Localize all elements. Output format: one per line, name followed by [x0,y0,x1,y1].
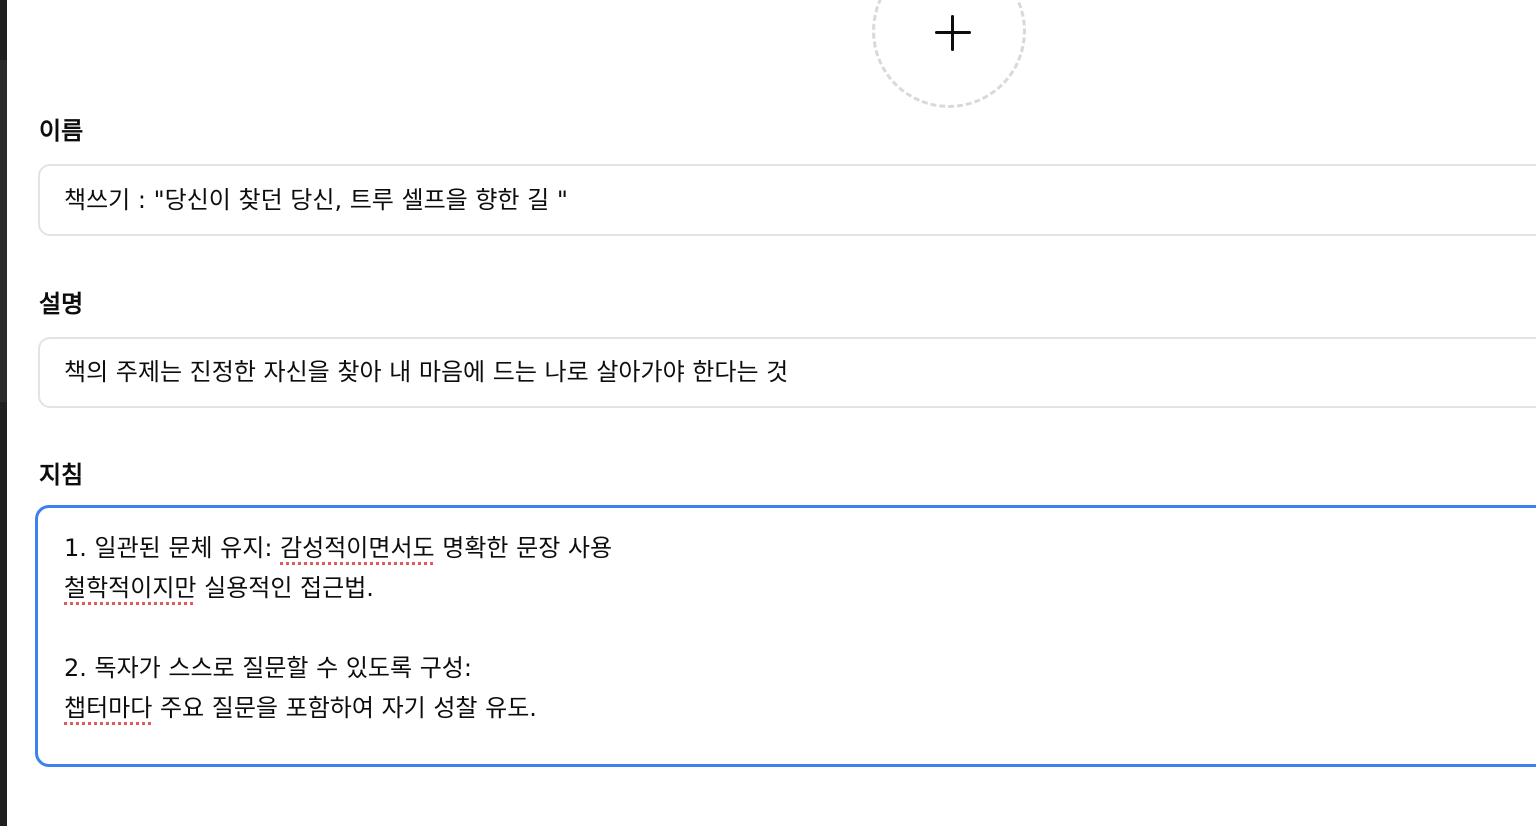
name-input-value: 책쓰기 : "당신이 찾던 당신, 트루 셀프을 향한 길 " [64,186,568,214]
instructions-line: 1. 일관된 문체 유지: 감성적이면서도 명확한 문장 사용 [64,534,613,562]
window-edge-notch [0,60,7,402]
instructions-line: 챕터마다 주요 질문을 포함하여 자기 성찰 유도. [64,694,537,722]
window-left-edge [0,0,7,826]
spellcheck-mark: 챕터마다 [64,694,153,722]
plus-icon [935,15,971,51]
description-input[interactable]: 책의 주제는 진정한 자신을 찾아 내 마음에 드는 나로 살아가야 한다는 것 [38,337,1536,408]
spellcheck-mark: 철학적이지만 [64,574,197,602]
spellcheck-mark: 감성적이면서도 [280,534,435,562]
instructions-line: 철학적이지만 실용적인 접근법. [64,574,374,602]
name-input[interactable]: 책쓰기 : "당신이 찾던 당신, 트루 셀프을 향한 길 " [38,164,1536,236]
instructions-line: 2. 독자가 스스로 질문할 수 있도록 구성: [64,654,472,682]
description-input-value: 책의 주제는 진정한 자신을 찾아 내 마음에 드는 나로 살아가야 한다는 것 [64,358,789,386]
instructions-line [64,608,1536,648]
name-label: 이름 [39,117,84,145]
instructions-textarea[interactable]: 1. 일관된 문체 유지: 감성적이면서도 명확한 문장 사용 철학적이지만 실… [35,505,1536,767]
description-label: 설명 [39,290,84,318]
add-avatar-button[interactable] [872,0,1026,108]
instructions-label: 지침 [39,461,84,489]
